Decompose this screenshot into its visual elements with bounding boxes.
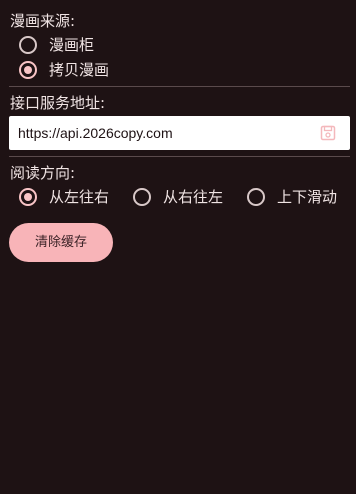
api-url-field[interactable] xyxy=(9,116,350,150)
api-url-input[interactable] xyxy=(18,122,308,144)
reading-option-vertical-scroll[interactable]: 上下滑动 xyxy=(247,188,337,206)
reading-option-right-to-left[interactable]: 从右往左 xyxy=(133,188,223,206)
radio-checked-icon[interactable] xyxy=(19,188,37,206)
radio-unchecked-icon[interactable] xyxy=(19,36,37,54)
api-section-label: 接口服务地址: xyxy=(10,94,106,112)
reading-option-label: 上下滑动 xyxy=(277,188,338,206)
radio-checked-icon[interactable] xyxy=(19,61,37,79)
radio-unchecked-icon[interactable] xyxy=(133,188,151,206)
source-option-manhuagui[interactable]: 漫画柜 xyxy=(19,36,94,54)
save-icon[interactable] xyxy=(320,125,336,141)
source-option-copymanga[interactable]: 拷贝漫画 xyxy=(19,61,109,79)
divider xyxy=(9,86,350,87)
divider xyxy=(9,156,350,157)
source-option-label: 漫画柜 xyxy=(49,36,95,54)
clear-cache-button[interactable]: 清除缓存 xyxy=(9,223,113,262)
reading-option-label: 从左往右 xyxy=(49,188,110,206)
radio-unchecked-icon[interactable] xyxy=(247,188,265,206)
source-section-label: 漫画来源: xyxy=(10,12,76,30)
source-option-label: 拷贝漫画 xyxy=(49,61,110,79)
reading-option-label: 从右往左 xyxy=(163,188,224,206)
reading-option-left-to-right[interactable]: 从左往右 xyxy=(19,188,109,206)
reading-section-label: 阅读方向: xyxy=(10,164,76,182)
